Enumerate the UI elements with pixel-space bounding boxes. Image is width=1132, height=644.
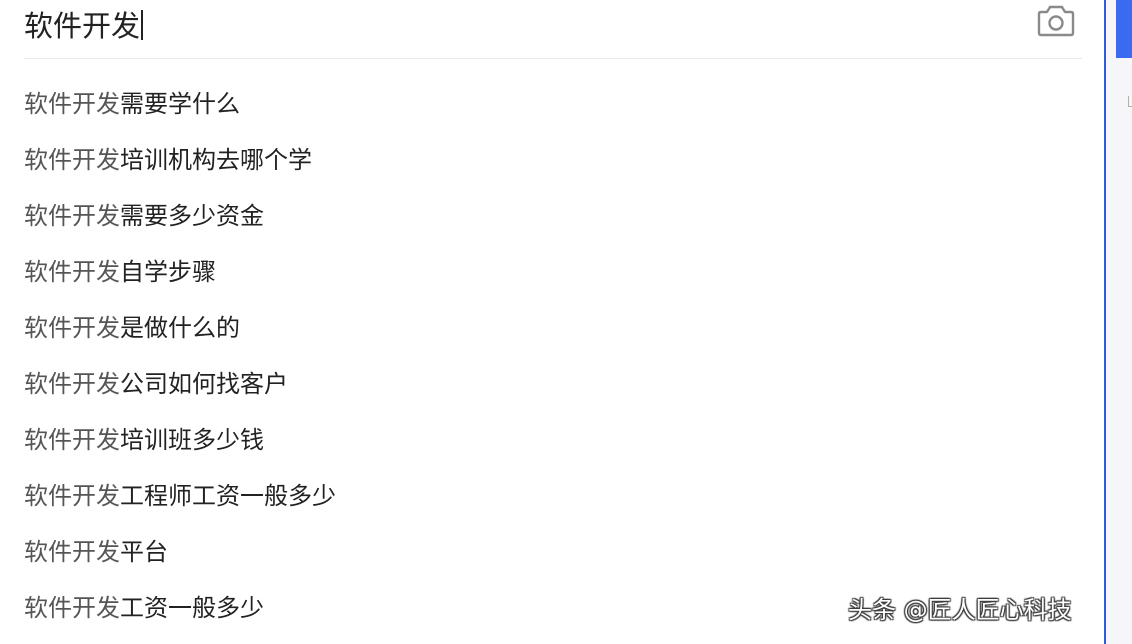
suggestion-item[interactable]: 软件开发平台: [24, 524, 1082, 580]
search-input[interactable]: 软件开发: [24, 4, 144, 48]
suggestion-item[interactable]: 软件开发培训班多少钱: [24, 412, 1082, 468]
suggestion-item[interactable]: 软件开发自学步骤: [24, 244, 1082, 300]
suggestion-prefix: 软件开发: [24, 370, 120, 398]
suggestion-prefix: 软件开发: [24, 314, 120, 342]
search-query-text: 软件开发: [24, 9, 141, 43]
suggestion-suffix: 自学步骤: [120, 258, 216, 286]
suggestion-prefix: 软件开发: [24, 146, 120, 174]
suggestion-prefix: 软件开发: [24, 482, 120, 510]
suggestion-suffix: 需要多少资金: [120, 202, 264, 230]
side-panel-edge: [1104, 0, 1132, 644]
camera-icon: [1037, 5, 1075, 37]
suggestion-suffix: 工程师工资一般多少: [120, 482, 336, 510]
text-caret: [141, 10, 144, 40]
image-search-button[interactable]: [1036, 2, 1076, 38]
search-button-edge[interactable]: [1116, 0, 1132, 58]
suggestion-suffix: 工资一般多少: [120, 594, 264, 622]
page: 软件开发 软件开发需要学什么 软件开发培训机构去哪个学 软件开发需要多少资金 软…: [0, 0, 1132, 644]
suggestion-suffix: 培训机构去哪个学: [120, 146, 312, 174]
suggestion-suffix: 平台: [120, 538, 168, 566]
suggestion-item[interactable]: 软件开发工程师工资一般多少: [24, 468, 1082, 524]
search-suggestion-panel: 软件开发 软件开发需要学什么 软件开发培训机构去哪个学 软件开发需要多少资金 软…: [0, 0, 1104, 644]
suggestion-prefix: 软件开发: [24, 258, 120, 286]
suggestion-prefix: 软件开发: [24, 594, 120, 622]
suggestion-item[interactable]: 软件开发培训机构去哪个学: [24, 132, 1082, 188]
suggestion-prefix: 软件开发: [24, 426, 120, 454]
watermark: 头条 @匠人匠心科技: [848, 596, 1072, 624]
suggestion-list: 软件开发需要学什么 软件开发培训机构去哪个学 软件开发需要多少资金 软件开发自学…: [24, 76, 1082, 636]
suggestion-prefix: 软件开发: [24, 202, 120, 230]
side-panel-mark: [1128, 96, 1132, 107]
suggestion-suffix: 公司如何找客户: [120, 370, 288, 398]
suggestion-item[interactable]: 软件开发需要多少资金: [24, 188, 1082, 244]
suggestion-item[interactable]: 软件开发需要学什么: [24, 76, 1082, 132]
suggestion-item[interactable]: 软件开发公司如何找客户: [24, 356, 1082, 412]
suggestion-prefix: 软件开发: [24, 538, 120, 566]
suggestion-item[interactable]: 软件开发是做什么的: [24, 300, 1082, 356]
suggestion-suffix: 培训班多少钱: [120, 426, 264, 454]
suggestion-suffix: 需要学什么: [120, 90, 240, 118]
suggestion-prefix: 软件开发: [24, 90, 120, 118]
suggestion-suffix: 是做什么的: [120, 314, 240, 342]
search-bar: 软件开发: [24, 0, 1082, 59]
